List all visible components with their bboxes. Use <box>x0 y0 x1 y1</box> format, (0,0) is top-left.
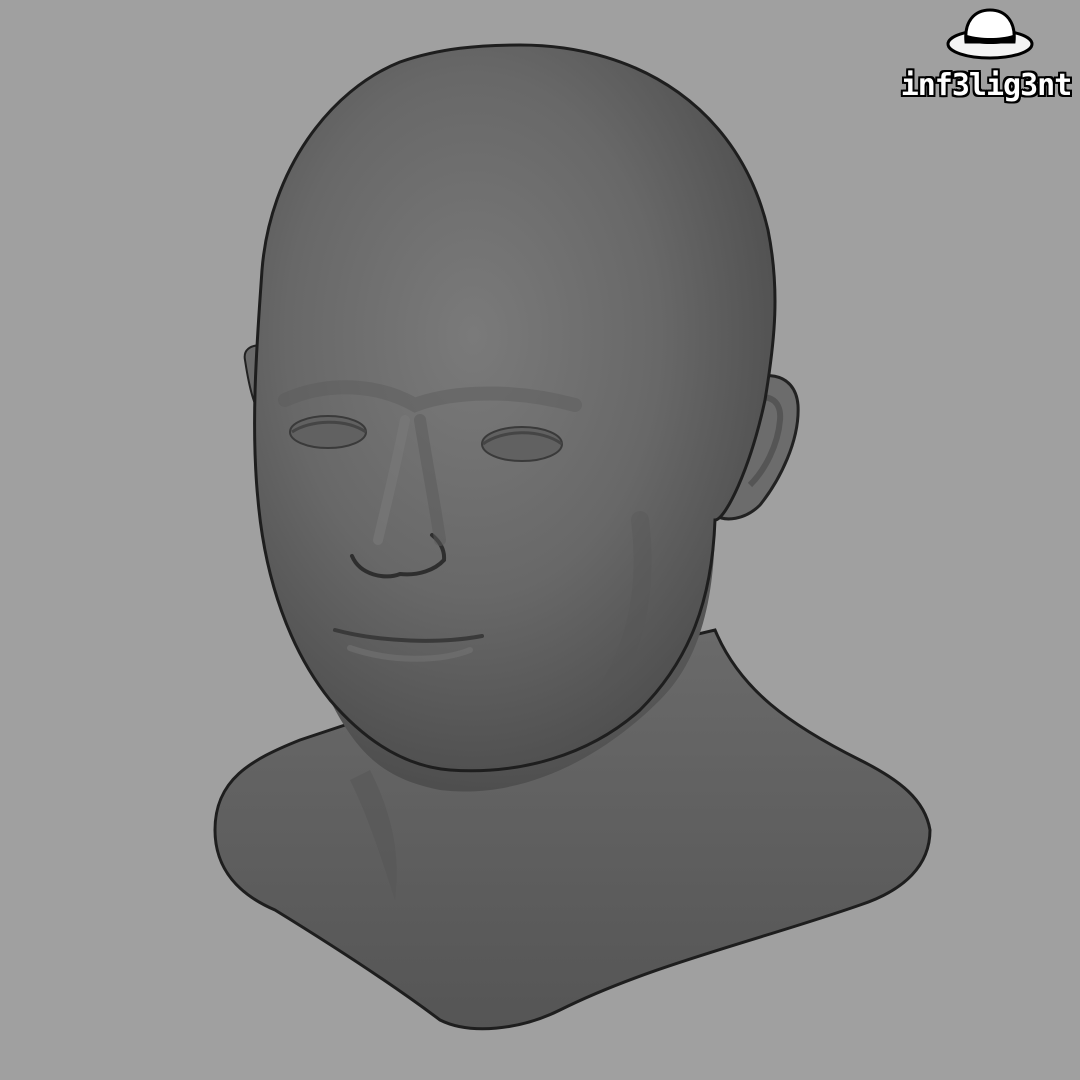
watermark-logo: inf3lig3nt <box>896 2 1076 120</box>
watermark-text: inf3lig3nt <box>900 68 1073 103</box>
head-bust-render <box>213 43 932 1031</box>
viewport: inf3lig3nt <box>0 0 1080 1080</box>
fedora-hat-icon <box>946 8 1034 60</box>
